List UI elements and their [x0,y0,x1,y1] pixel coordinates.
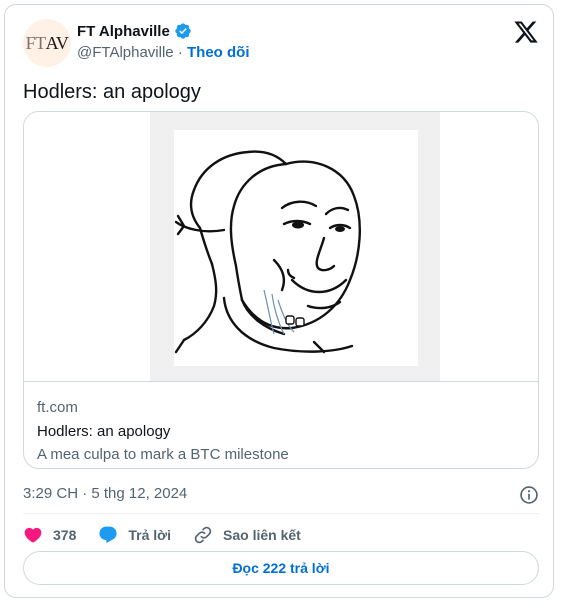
link-domain: ft.com [37,399,78,416]
link-description: A mea culpa to mark a BTC milestone [37,446,289,463]
reply-button[interactable]: Trả lời [98,523,171,547]
avatar[interactable]: FT AV [23,19,71,67]
author-handle-row: @FTAlphaville · Theo dõi [77,44,250,61]
like-count: 378 [53,527,77,543]
link-icon [194,526,212,544]
link-preview-media[interactable] [24,112,538,381]
link-card-divider [24,381,538,382]
info-icon[interactable] [519,485,539,505]
copy-link-button[interactable]: Sao liên kết [193,523,301,547]
reply-bubble-icon [99,526,117,544]
actions-separator [23,513,539,514]
tweet-embed-card: FT AV FT Alphaville @FTAlphaville · Theo … [4,4,554,598]
avatar-text-av: AV [45,32,69,53]
copy-link-label: Sao liên kết [223,527,301,543]
actions-bar: 378 Trả lời Sao liên kết [23,523,323,547]
tweet-timestamp[interactable]: 3:29 CH · 5 thg 12, 2024 [23,485,187,502]
verified-badge-icon [175,23,191,39]
heart-icon [24,527,42,543]
like-button[interactable]: 378 [23,523,76,547]
avatar-text-ft: FT [25,32,47,53]
read-replies-button[interactable]: Đọc 222 trả lời [23,551,539,585]
author-name[interactable]: FT Alphaville [77,23,170,40]
link-title: Hodlers: an apology [37,423,171,440]
reply-label: Trả lời [128,527,171,543]
tweet-text: Hodlers: an apology [23,81,201,103]
x-logo-icon[interactable] [513,19,539,45]
follow-button[interactable]: Theo dõi [187,44,250,61]
wojak-mask-illustration [174,150,361,354]
author-name-row: FT Alphaville [77,22,192,40]
author-handle[interactable]: @FTAlphaville [77,44,174,61]
link-preview-card[interactable]: ft.com Hodlers: an apology A mea culpa t… [23,111,539,469]
handle-separator: · [173,44,187,61]
